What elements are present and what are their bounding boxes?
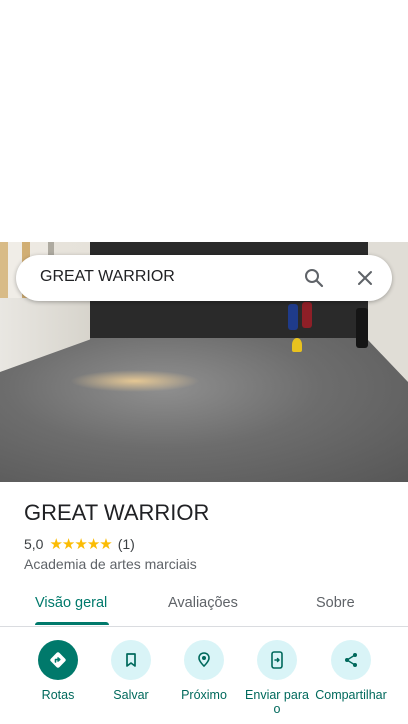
- punching-bag-blue: [288, 304, 298, 330]
- search-query[interactable]: GREAT WARRIOR: [40, 268, 175, 286]
- rating-value: 5,0: [24, 536, 44, 552]
- bookmark-icon[interactable]: [111, 640, 151, 680]
- star-icon: ★: [49, 536, 62, 553]
- map-area-blank: [0, 0, 408, 242]
- place-category: Academia de artes marciais: [24, 556, 197, 572]
- star-icon: ★: [61, 536, 75, 553]
- share-icon[interactable]: [331, 640, 371, 680]
- tab-overview[interactable]: Visão geral: [35, 595, 107, 611]
- nearby-icon[interactable]: [184, 640, 224, 680]
- tab-reviews[interactable]: Avaliações: [168, 595, 238, 611]
- send-to-phone-label: Enviar para o: [245, 688, 309, 716]
- rating-row[interactable]: 5,0 ★ ★ ★ ★ ★ (1): [24, 535, 135, 553]
- send-to-phone-button[interactable]: Enviar para o: [241, 640, 313, 716]
- directions-label: Rotas: [41, 688, 75, 702]
- star-icon: ★: [86, 536, 100, 553]
- training-dummy: [292, 338, 302, 352]
- review-count[interactable]: (1): [118, 536, 135, 552]
- place-title: GREAT WARRIOR: [24, 500, 210, 525]
- star-icon: ★: [74, 536, 87, 553]
- rating-stars: ★ ★ ★ ★ ★: [49, 535, 112, 553]
- close-icon[interactable]: [353, 266, 377, 290]
- nearby-button[interactable]: Próximo: [168, 640, 240, 702]
- share-label: Compartilhar: [315, 688, 387, 702]
- tab-about[interactable]: Sobre: [316, 595, 355, 611]
- search-icon[interactable]: [302, 266, 326, 290]
- send-to-phone-icon[interactable]: [257, 640, 297, 680]
- photo-floor: [0, 336, 408, 482]
- nearby-label: Próximo: [181, 688, 227, 702]
- tabs-divider: [0, 626, 408, 627]
- punching-bag-red: [302, 302, 312, 328]
- punching-bag-black: [356, 308, 368, 348]
- directions-icon[interactable]: [38, 640, 78, 680]
- save-label: Salvar: [113, 688, 149, 702]
- star-icon: ★: [99, 536, 112, 553]
- save-button[interactable]: Salvar: [95, 640, 167, 702]
- photo-light-reflection: [70, 370, 200, 392]
- active-tab-indicator: [35, 622, 109, 625]
- directions-button[interactable]: Rotas: [22, 640, 94, 702]
- search-bar[interactable]: GREAT WARRIOR: [16, 255, 392, 301]
- share-button[interactable]: Compartilhar: [313, 640, 389, 702]
